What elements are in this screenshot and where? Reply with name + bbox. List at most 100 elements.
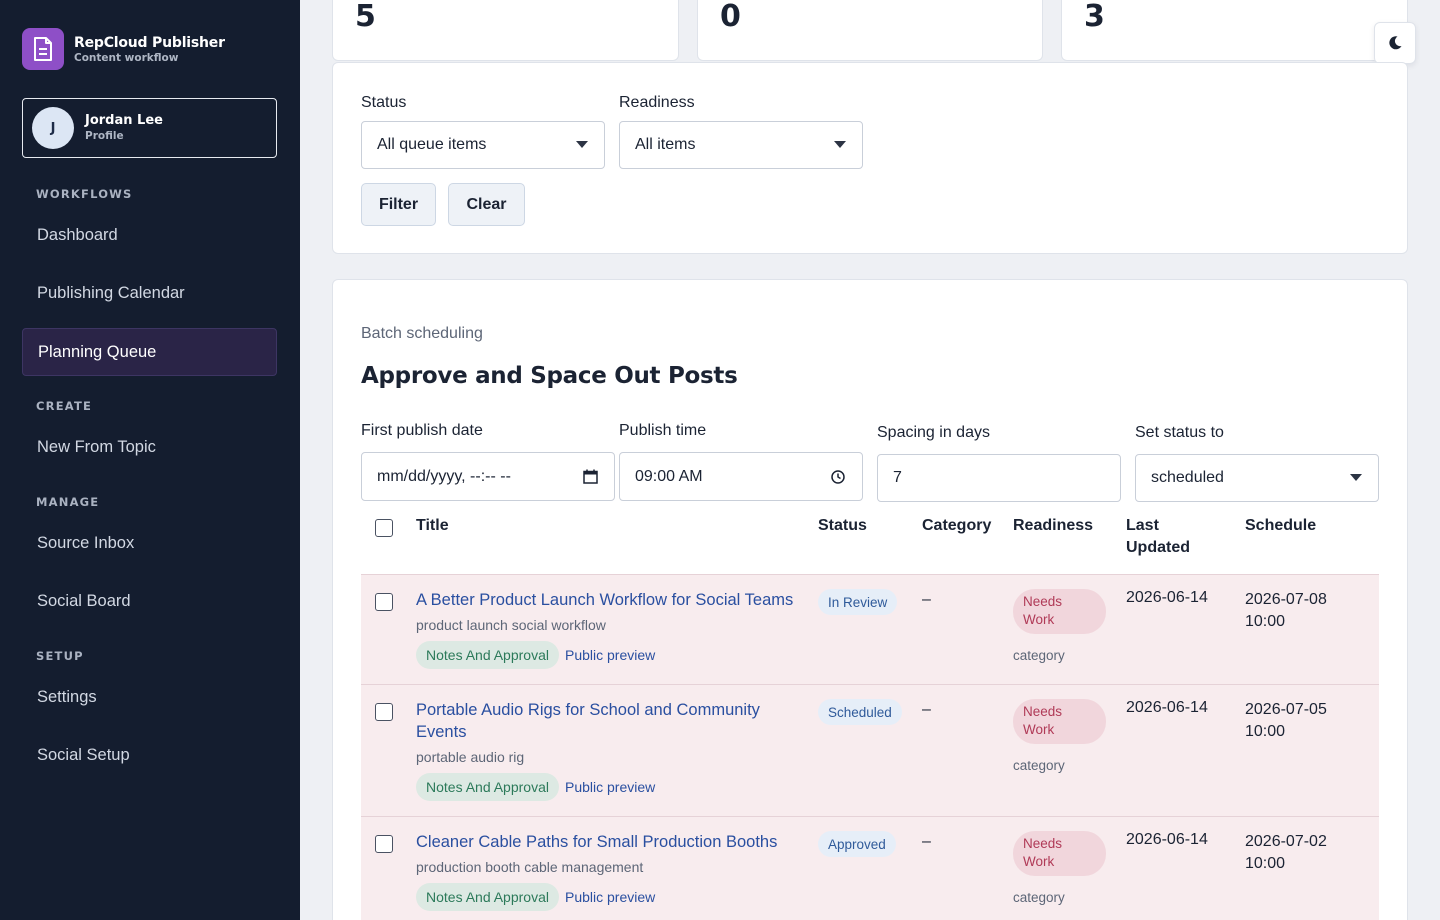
notes-tag: Notes And Approval [416,641,559,669]
last-updated: 2026-06-14 [1126,699,1208,716]
readiness-note: category [1013,758,1065,773]
post-title-link[interactable]: A Better Product Launch Workflow for Soc… [416,589,796,611]
publish-time-input[interactable]: 09:00 AM [619,452,863,501]
column-header-schedule[interactable]: Schedule [1245,515,1316,537]
category-value: – [922,701,931,718]
schedule-value: 2026-07-02 10:00 [1245,833,1327,872]
nav-heading-workflows: WORKFLOWS [36,187,133,201]
first-date-value: mm/dd/yyyy, --:-- -- [377,467,511,485]
chevron-down-icon [576,141,588,148]
stat-value-3: 3 [1084,0,1105,34]
theme-toggle-button[interactable] [1374,22,1416,64]
readiness-filter-select[interactable]: All items [619,121,863,169]
stat-value-1: 5 [355,0,376,34]
table-row: Cleaner Cable Paths for Small Production… [361,816,1379,920]
public-preview-link[interactable]: Public preview [565,647,655,663]
category-value: – [922,833,931,850]
readiness-filter-value: All items [635,136,696,153]
row-checkbox[interactable] [375,703,393,721]
first-date-input[interactable]: mm/dd/yyyy, --:-- -- [361,452,615,501]
nav-heading-setup: SETUP [36,649,84,663]
nav-heading-manage: MANAGE [36,495,100,509]
public-preview-link[interactable]: Public preview [565,779,655,795]
last-updated: 2026-06-14 [1126,831,1208,848]
profile-card[interactable]: J Jordan Lee Profile [22,98,277,158]
clear-button[interactable]: Clear [448,183,525,226]
readiness-badge: Needs Work [1013,831,1106,876]
sidebar-item-social-board[interactable]: Social Board [22,577,277,625]
stat-value-2: 0 [720,0,741,34]
stat-card-2: 0 [697,0,1043,61]
sidebar-item-publishing-calendar[interactable]: Publishing Calendar [22,269,277,317]
schedule-value: 2026-07-08 10:00 [1245,591,1327,630]
notes-tag: Notes And Approval [416,773,559,801]
filter-button[interactable]: Filter [361,183,436,226]
nav-heading-create: CREATE [36,399,93,413]
publish-time-label: Publish time [619,422,707,439]
status-badge: Approved [818,831,896,857]
status-badge: In Review [818,589,898,615]
profile-label: Profile [85,130,124,142]
table-row: Portable Audio Rigs for School and Commu… [361,684,1379,816]
stat-card-3: 3 [1061,0,1408,61]
sidebar-item-planning-queue[interactable]: Planning Queue [22,328,277,376]
batch-scheduling-panel: Batch scheduling Approve and Space Out P… [332,279,1408,920]
status-badge: Scheduled [818,699,902,725]
brand[interactable]: RepCloud Publisher Content workflow [22,28,225,70]
sidebar-item-social-setup[interactable]: Social Setup [22,731,277,779]
notes-tag: Notes And Approval [416,883,559,911]
sidebar-item-dashboard[interactable]: Dashboard [22,211,277,259]
set-status-select[interactable]: scheduled [1135,454,1379,502]
sidebar-item-source-inbox[interactable]: Source Inbox [22,519,277,567]
avatar: J [32,107,74,149]
table-row: A Better Product Launch Workflow for Soc… [361,574,1379,684]
set-status-value: scheduled [1151,469,1224,486]
chevron-down-icon [834,141,846,148]
select-all-checkbox[interactable] [375,519,393,537]
readiness-note: category [1013,890,1065,905]
status-filter-select[interactable]: All queue items [361,121,605,169]
calendar-icon [583,469,598,484]
stat-card-1: 5 [332,0,679,61]
post-topic: production booth cable management [416,859,644,875]
sidebar: RepCloud Publisher Content workflow J Jo… [0,0,300,920]
row-checkbox[interactable] [375,593,393,611]
row-checkbox[interactable] [375,835,393,853]
sidebar-item-settings[interactable]: Settings [22,673,277,721]
status-filter-value: All queue items [377,136,487,153]
status-filter-label: Status [361,94,407,111]
clock-icon [831,470,845,484]
post-topic: portable audio rig [416,749,525,765]
first-date-label: First publish date [361,422,483,439]
chevron-down-icon [1350,474,1362,481]
category-value: – [922,591,931,608]
readiness-note: category [1013,648,1065,663]
column-header-status[interactable]: Status [818,515,867,537]
spacing-input[interactable]: 7 [877,454,1121,502]
section-title: Approve and Space Out Posts [361,363,738,389]
sidebar-item-new-from-topic[interactable]: New From Topic [22,423,277,471]
column-header-title[interactable]: Title [416,515,449,537]
schedule-value: 2026-07-05 10:00 [1245,701,1327,740]
readiness-badge: Needs Work [1013,589,1106,634]
spacing-label: Spacing in days [877,424,990,441]
last-updated: 2026-06-14 [1126,589,1208,606]
column-header-readiness[interactable]: Readiness [1013,515,1093,537]
app-subtitle: Content workflow [74,51,179,64]
post-title-link[interactable]: Portable Audio Rigs for School and Commu… [416,699,796,743]
set-status-label: Set status to [1135,424,1224,441]
profile-name: Jordan Lee [85,113,163,128]
column-header-last-updated[interactable]: Last Updated [1126,515,1206,559]
readiness-filter-label: Readiness [619,94,695,111]
batch-kicker: Batch scheduling [361,325,483,342]
app-title: RepCloud Publisher [74,34,225,51]
post-topic: product launch social workflow [416,617,606,633]
post-title-link[interactable]: Cleaner Cable Paths for Small Production… [416,831,796,853]
readiness-badge: Needs Work [1013,699,1106,744]
public-preview-link[interactable]: Public preview [565,889,655,905]
publish-time-value: 09:00 AM [635,467,703,485]
filter-panel: Status All queue items Readiness All ite… [332,62,1408,254]
document-icon [22,28,64,70]
moon-icon [1389,36,1402,50]
column-header-category[interactable]: Category [922,515,991,537]
